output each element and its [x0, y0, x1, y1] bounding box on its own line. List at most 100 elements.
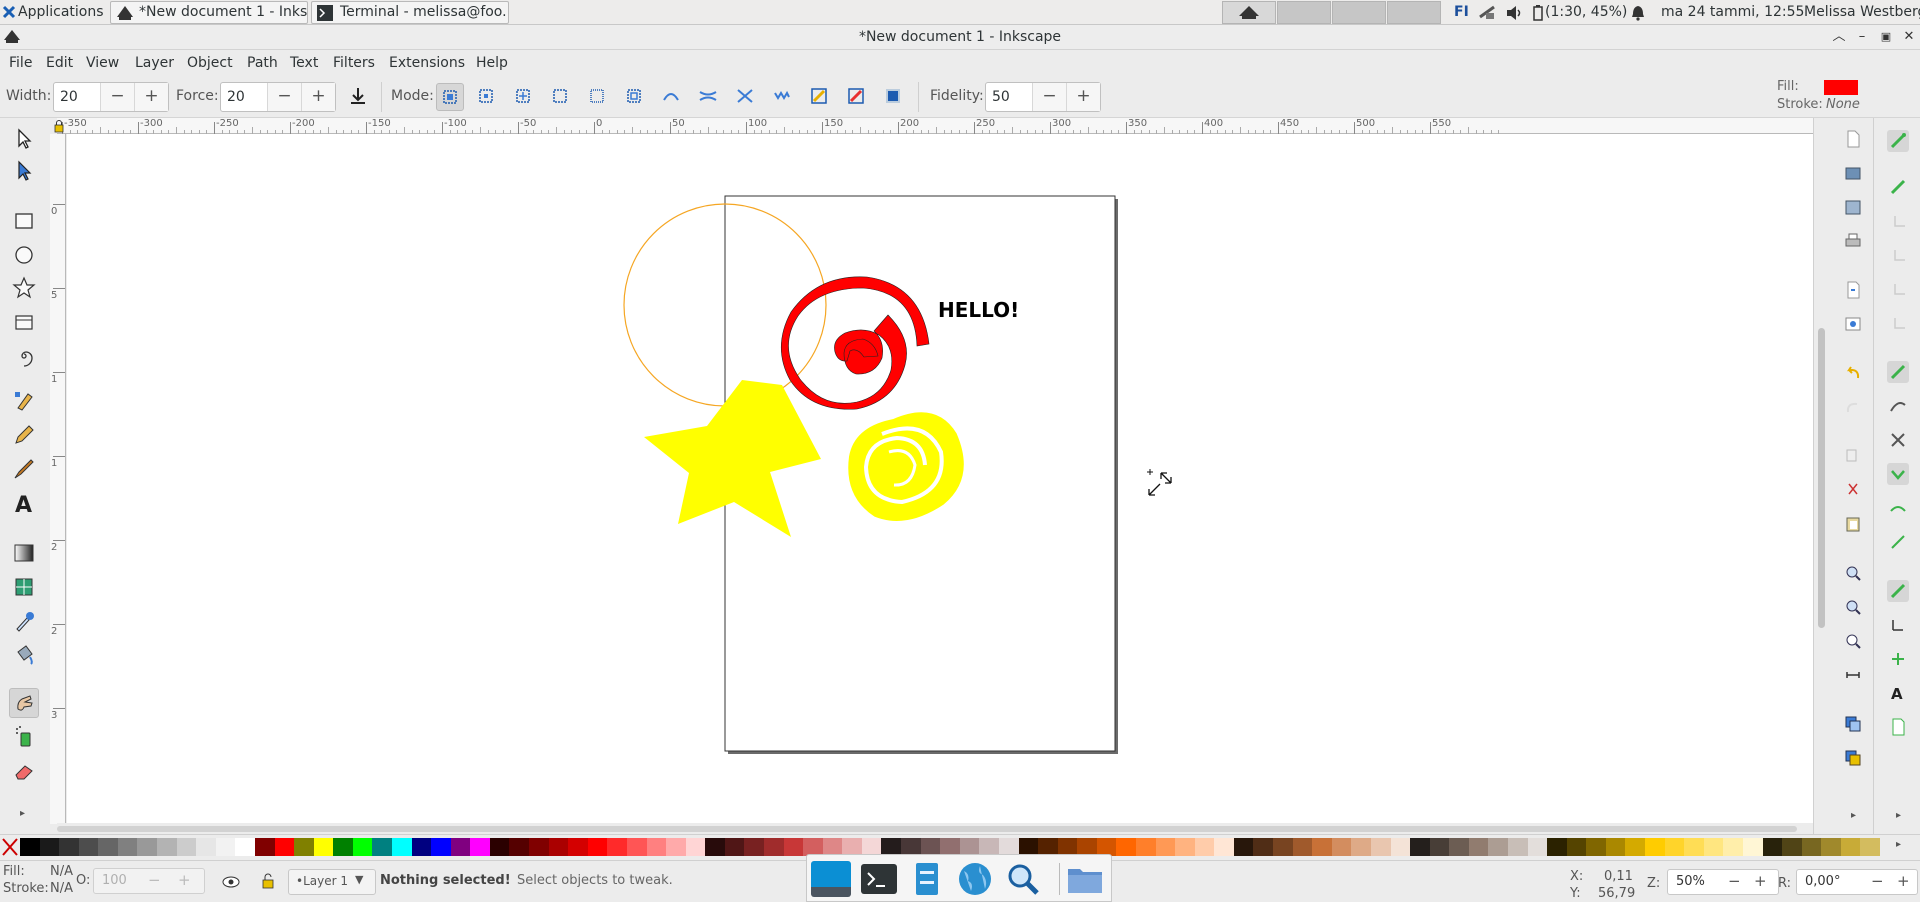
color-swatch[interactable]	[1860, 838, 1881, 856]
vertical-scrollbar[interactable]	[1813, 118, 1829, 838]
width-increment-button[interactable]: +	[134, 83, 168, 111]
snap-nodes-icon[interactable]	[1887, 361, 1909, 383]
canvas[interactable]: HELLO!	[67, 134, 1813, 823]
color-swatch[interactable]	[1488, 838, 1509, 856]
color-swatch[interactable]	[1194, 838, 1215, 856]
color-swatch[interactable]	[1547, 838, 1568, 856]
color-swatch[interactable]	[137, 838, 158, 856]
color-swatch[interactable]	[196, 838, 217, 856]
paint-bucket-tool[interactable]	[9, 640, 39, 670]
color-swatch[interactable]	[1527, 838, 1548, 856]
color-swatch[interactable]	[1351, 838, 1372, 856]
snap-bbox-edge-icon[interactable]	[1887, 210, 1909, 232]
snap-bbox-midpoint-icon[interactable]	[1887, 278, 1909, 300]
cut-icon[interactable]	[1844, 481, 1866, 503]
opacity-decrement-button[interactable]: −	[148, 871, 161, 889]
workspace-4[interactable]	[1387, 1, 1441, 24]
color-swatch[interactable]	[1155, 838, 1176, 856]
export-icon[interactable]	[1844, 315, 1866, 337]
force-spinbox[interactable]: − +	[220, 82, 336, 112]
tweak-tool[interactable]	[9, 688, 39, 718]
opacity-increment-button[interactable]: +	[178, 871, 191, 889]
color-swatch[interactable]	[1566, 838, 1587, 856]
menu-object[interactable]: Object	[187, 50, 233, 76]
color-swatch[interactable]	[117, 838, 138, 856]
selector-tool[interactable]	[9, 124, 39, 154]
minimize-icon[interactable]: –	[1853, 28, 1871, 46]
horizontal-ruler[interactable]: -350 -300 -250 -200 -150 -100 -50 0 50 100 150 200 2…	[57, 118, 1813, 134]
color-swatch[interactable]	[626, 838, 647, 856]
snap-text-baseline-icon[interactable]: A	[1887, 682, 1909, 704]
color-swatch[interactable]	[705, 838, 726, 856]
color-swatch[interactable]	[1312, 838, 1333, 856]
open-document-icon[interactable]	[1844, 164, 1866, 186]
fidelity-input[interactable]	[992, 87, 1032, 107]
color-swatch[interactable]	[1273, 838, 1294, 856]
text-tool[interactable]: A	[9, 488, 39, 518]
lock-guides-icon[interactable]	[52, 119, 66, 133]
node-tool[interactable]	[9, 156, 39, 186]
no-paint-swatch[interactable]	[1, 837, 19, 857]
mode-roughen-button[interactable]	[769, 83, 797, 111]
snap-others-icon[interactable]	[1887, 580, 1909, 602]
color-swatch[interactable]	[1292, 838, 1313, 856]
horizontal-scroll-thumb[interactable]	[57, 826, 1797, 832]
mode-scale-button[interactable]	[547, 83, 575, 111]
bezier-tool[interactable]	[9, 386, 39, 416]
color-swatch[interactable]	[392, 838, 412, 856]
width-spinbox[interactable]: − +	[53, 82, 169, 112]
color-swatch[interactable]	[1605, 838, 1626, 856]
color-swatch[interactable]	[1508, 838, 1528, 856]
color-swatch[interactable]	[78, 838, 99, 856]
notification-bell-icon[interactable]	[1631, 5, 1645, 21]
mode-jitter-button[interactable]	[510, 83, 538, 111]
color-swatch[interactable]	[157, 838, 178, 856]
eraser-tool[interactable]	[9, 756, 39, 786]
zoom-page-width-icon[interactable]	[1844, 666, 1866, 688]
snap-cusp-nodes-icon[interactable]	[1887, 463, 1909, 485]
zoom-out-button[interactable]: −	[1728, 872, 1741, 890]
color-swatch[interactable]	[1449, 838, 1470, 856]
color-swatch[interactable]	[215, 838, 236, 856]
snap-bbox-corner-icon[interactable]	[1887, 244, 1909, 266]
mode-move-button[interactable]	[436, 83, 464, 111]
toggle-visibility-icon[interactable]	[222, 875, 240, 889]
color-swatch[interactable]	[1116, 838, 1137, 856]
snap-toggle-icon[interactable]	[1887, 130, 1909, 152]
snap-smooth-nodes-icon[interactable]	[1887, 497, 1909, 519]
color-swatch[interactable]	[607, 838, 628, 856]
fidelity-spinbox[interactable]: − +	[985, 82, 1101, 112]
style-fill-swatch[interactable]	[1824, 80, 1858, 95]
color-swatch[interactable]	[1782, 838, 1803, 856]
width-decrement-button[interactable]: −	[100, 83, 134, 111]
color-swatch[interactable]	[509, 838, 530, 856]
color-swatch[interactable]	[1586, 838, 1607, 856]
force-input[interactable]	[227, 87, 267, 107]
save-document-icon[interactable]	[1844, 198, 1866, 220]
workspace-1[interactable]	[1222, 1, 1276, 24]
menu-layer[interactable]: Layer	[135, 50, 174, 76]
import-icon[interactable]	[1844, 281, 1866, 303]
vertical-scroll-thumb[interactable]	[1818, 328, 1825, 628]
battery-icon[interactable]	[1533, 5, 1543, 21]
color-swatch[interactable]	[274, 838, 295, 856]
color-swatch[interactable]	[529, 838, 550, 856]
mode-blur-button[interactable]	[880, 83, 908, 111]
calligraphy-tool[interactable]	[9, 454, 39, 484]
3d-box-tool[interactable]	[9, 307, 39, 337]
color-swatch[interactable]	[1723, 838, 1744, 856]
show-desktop-icon[interactable]	[811, 861, 851, 897]
menu-text[interactable]: Text	[290, 50, 318, 76]
color-swatch[interactable]	[685, 838, 706, 856]
color-swatch[interactable]	[1410, 838, 1431, 856]
mode-jitter-color-button[interactable]	[843, 83, 871, 111]
color-swatch[interactable]	[470, 838, 491, 856]
volume-icon[interactable]	[1506, 5, 1524, 21]
mode-move-inout-button[interactable]	[473, 83, 501, 111]
web-browser-launcher[interactable]	[955, 861, 995, 897]
color-swatch[interactable]	[548, 838, 569, 856]
color-swatch[interactable]	[1253, 838, 1274, 856]
snap-page-border-icon[interactable]	[1887, 716, 1909, 738]
spray-tool[interactable]	[9, 722, 39, 752]
color-swatch[interactable]	[1801, 838, 1822, 856]
